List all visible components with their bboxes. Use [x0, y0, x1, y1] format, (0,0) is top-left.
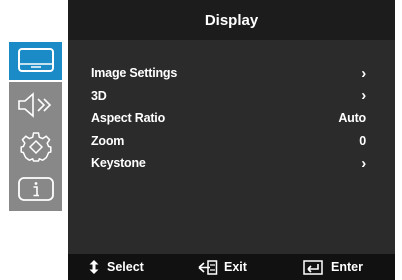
menu-item-label: 3D	[91, 88, 107, 103]
menu-item-3d[interactable]: 3D ›	[68, 85, 395, 108]
speaker-icon	[17, 92, 51, 118]
footer-enter-label: Enter	[331, 260, 363, 274]
footer-select-hint: Select	[89, 260, 144, 274]
menu-list: Image Settings › 3D › Aspect Ratio Auto …	[68, 62, 395, 175]
menu-item-zoom[interactable]: Zoom 0	[68, 130, 395, 153]
menu-item-image-settings[interactable]: Image Settings ›	[68, 62, 395, 85]
menu-item-label: Image Settings	[91, 66, 178, 81]
page-title: Display	[204, 11, 259, 29]
up-down-arrow-icon	[89, 260, 99, 274]
sidebar	[7, 40, 64, 211]
enter-icon	[303, 259, 323, 275]
osd-menu-panel: Display Image Settings › 3D › Aspect Rat…	[68, 0, 395, 280]
tab-info[interactable]	[9, 168, 62, 210]
menu-title-bar: Display	[68, 0, 395, 40]
info-icon	[17, 177, 54, 201]
footer-hint-bar: Select Exit Enter	[68, 254, 395, 280]
chevron-right-icon: ›	[361, 87, 366, 105]
tab-audio[interactable]	[9, 84, 62, 126]
chevron-right-icon: ›	[361, 64, 366, 82]
footer-exit-hint: Exit	[198, 259, 247, 275]
menu-item-label: Zoom	[91, 133, 125, 148]
menu-item-value: Auto	[338, 111, 366, 126]
menu-item-label: Aspect Ratio	[91, 111, 166, 126]
display-icon	[17, 48, 54, 72]
exit-icon	[198, 259, 218, 275]
footer-select-label: Select	[107, 260, 144, 274]
tab-display[interactable]	[7, 40, 64, 82]
gear-icon	[19, 132, 52, 162]
footer-exit-label: Exit	[224, 260, 247, 274]
menu-item-keystone[interactable]: Keystone ›	[68, 152, 395, 175]
tab-settings[interactable]	[9, 126, 62, 168]
menu-item-aspect-ratio[interactable]: Aspect Ratio Auto	[68, 107, 395, 130]
chevron-right-icon: ›	[361, 154, 366, 172]
menu-item-label: Keystone	[91, 156, 146, 171]
menu-item-value: 0	[359, 133, 366, 148]
footer-enter-hint: Enter	[303, 259, 363, 275]
